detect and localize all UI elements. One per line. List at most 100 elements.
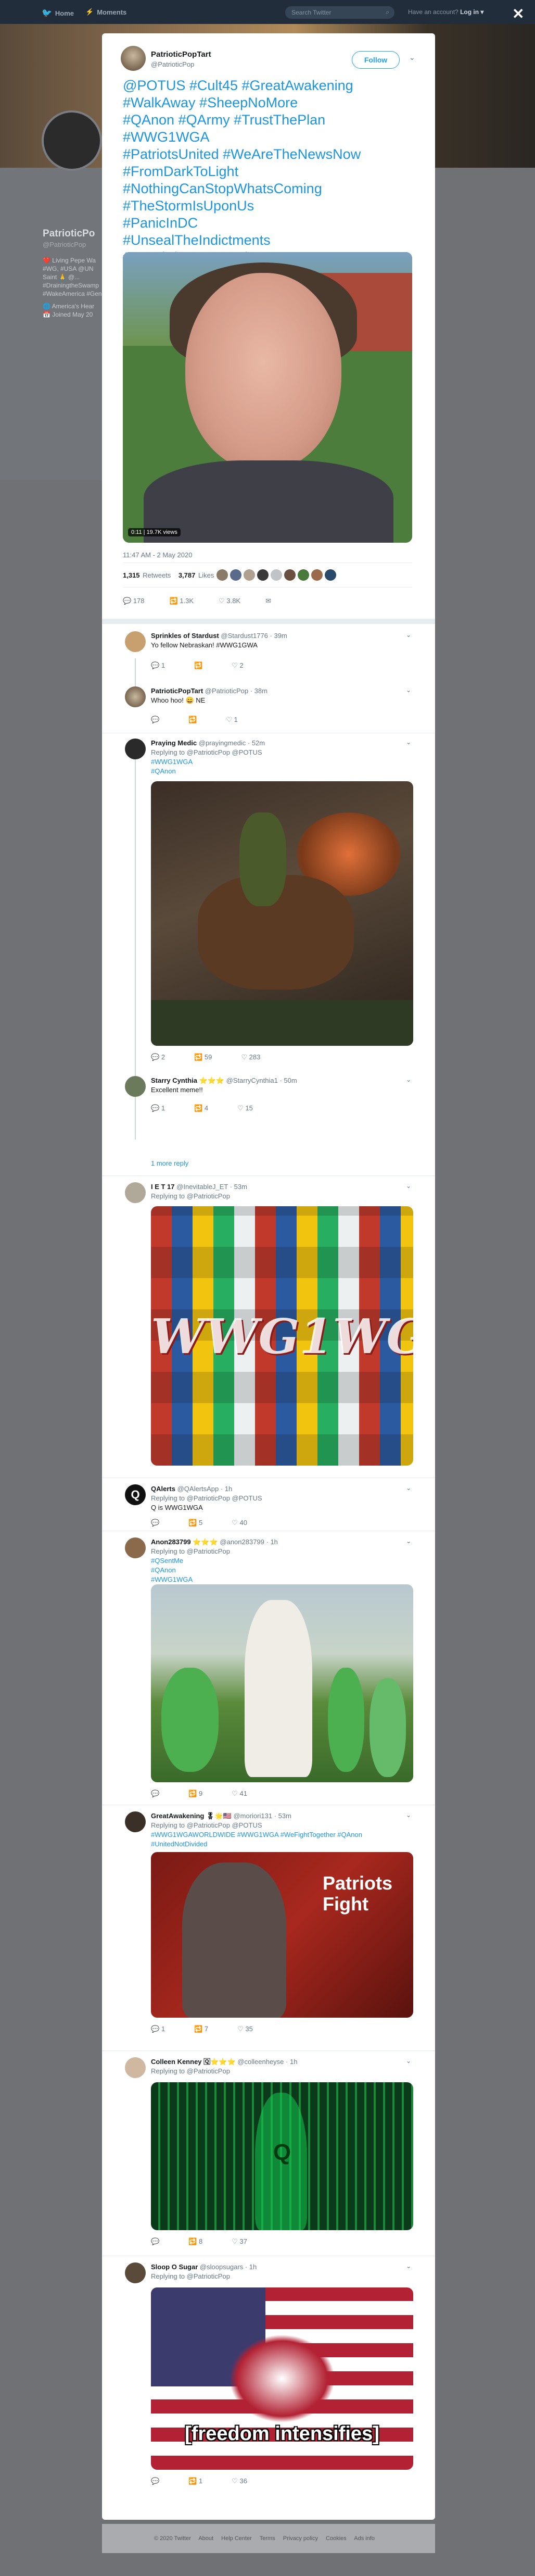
retweet-action[interactable]: 🔁 59 <box>194 1053 212 1061</box>
tweet-text-line[interactable]: #TheStormIsUponUs <box>123 197 414 215</box>
reply-author-handle[interactable]: @moriori131 · 53m <box>233 1812 291 1820</box>
reply-author-name[interactable]: I E T 17 <box>151 1183 175 1191</box>
reply-avatar[interactable] <box>125 1076 146 1097</box>
reply-action[interactable]: 💬 1 <box>151 2025 165 2033</box>
hashtag-link[interactable]: #WWG1WGAWORLDWIDE #WWG1WGA #WeFightToget… <box>151 1830 411 1840</box>
footer-link[interactable]: Terms <box>260 2535 275 2542</box>
like-action[interactable]: ♡ 35 <box>237 2025 253 2033</box>
like-action[interactable]: ♡ 1 <box>226 716 238 724</box>
replying-to[interactable]: Replying to @PatrioticPop @POTUS <box>151 748 411 757</box>
footer-link[interactable]: About <box>198 2535 213 2542</box>
tweet-text-line[interactable]: #NothingCanStopWhatsComing <box>123 180 414 197</box>
reply-avatar[interactable] <box>125 686 146 707</box>
like-action[interactable]: ♡ 15 <box>237 1104 253 1112</box>
reply-avatar[interactable] <box>125 1182 146 1203</box>
reply-author-name[interactable]: Praying Medic <box>151 739 197 747</box>
tweet-timestamp[interactable]: 11:47 AM - 2 May 2020 <box>123 551 192 559</box>
chevron-down-icon[interactable]: ⌄ <box>406 686 411 694</box>
reply-image[interactable]: WWG1WGA <box>151 1206 413 1466</box>
chevron-down-icon[interactable]: ⌄ <box>406 1484 411 1492</box>
reply-author-name[interactable]: Sprinkles of Stardust <box>151 632 219 640</box>
liker-avatar[interactable] <box>298 569 309 581</box>
chevron-down-icon[interactable]: ⌄ <box>406 1076 411 1083</box>
liker-avatar[interactable] <box>230 569 241 581</box>
reply-avatar[interactable] <box>125 2057 146 2078</box>
hashtag-link[interactable]: #QAnon <box>151 1566 411 1575</box>
reply-action[interactable]: 💬 178 <box>123 597 145 605</box>
chevron-down-icon[interactable]: ⌄ <box>406 1811 411 1819</box>
reply-author-handle[interactable]: @colleenheyse · 1h <box>237 2058 297 2066</box>
reply-image[interactable]: Q <box>151 2082 413 2230</box>
retweet-action[interactable]: 🔁 7 <box>194 2025 208 2033</box>
tweet-text-line[interactable]: #QAnon #QArmy #TrustThePlan #WWG1WGA <box>123 111 414 146</box>
reply-author-name[interactable]: GreatAwakening 🎖🌟🇺🇸 <box>151 1812 232 1820</box>
reply-action[interactable]: 💬 <box>151 1519 159 1527</box>
replying-to[interactable]: Replying to @PatrioticPop @POTUS <box>151 1821 411 1830</box>
author-name[interactable]: PatrioticPopTart <box>151 50 211 59</box>
replying-to[interactable]: Replying to @PatrioticPop @POTUS <box>151 1494 411 1503</box>
reply-image[interactable]: [freedom intensifies] <box>151 2287 413 2470</box>
like-stat[interactable]: 3,787 Likes <box>179 571 214 579</box>
author-avatar[interactable] <box>121 46 146 71</box>
reply-author-handle[interactable]: @PatrioticPop · 38m <box>205 687 268 695</box>
chevron-down-icon[interactable]: ⌄ <box>406 631 411 639</box>
reply-image[interactable] <box>151 781 413 1046</box>
reply-author-handle[interactable]: @QAlertsApp · 1h <box>177 1485 233 1493</box>
nav-moments[interactable]: ⚡ Moments <box>85 8 126 16</box>
reply-avatar[interactable] <box>125 631 146 652</box>
reply-author-name[interactable]: Anon283799 ⭐⭐⭐ <box>151 1538 218 1546</box>
hashtag-link[interactable]: #QSentMe <box>151 1556 411 1566</box>
reply-action[interactable]: 💬 <box>151 2477 159 2485</box>
chevron-down-icon[interactable]: ⌄ <box>409 53 415 62</box>
liker-avatar[interactable] <box>257 569 269 581</box>
reply-avatar[interactable] <box>125 739 146 759</box>
dm-action[interactable]: ✉ <box>265 597 271 605</box>
retweet-stat[interactable]: 1,315 Retweets <box>123 571 171 579</box>
liker-avatar[interactable] <box>216 569 228 581</box>
tweet-text-line[interactable]: #PatriotsUnited #WeAreTheNewsNow <box>123 146 414 163</box>
reply-image[interactable]: Patriots Fight <box>151 1852 413 2018</box>
liker-avatar[interactable] <box>311 569 323 581</box>
retweet-action[interactable]: 🔁 <box>194 661 202 670</box>
reply-action[interactable]: 💬 <box>151 716 159 724</box>
hashtag-link[interactable]: #UnitedNotDivided <box>151 1840 411 1849</box>
footer-link[interactable]: Cookies <box>326 2535 347 2542</box>
tweet-text-line[interactable]: #FromDarkToLight <box>123 163 414 180</box>
chevron-down-icon[interactable]: ⌄ <box>406 1182 411 1190</box>
reply-action[interactable]: 💬 2 <box>151 1053 165 1061</box>
like-action[interactable]: ♡ 283 <box>241 1053 260 1061</box>
reply-action[interactable]: 💬 1 <box>151 1104 165 1112</box>
reply-avatar[interactable] <box>125 1537 146 1558</box>
reply-author-name[interactable]: Starry Cynthia ⭐⭐⭐ <box>151 1077 224 1084</box>
like-action[interactable]: ♡ 2 <box>232 661 244 670</box>
chevron-down-icon[interactable]: ⌄ <box>406 2057 411 2065</box>
retweet-action[interactable]: 🔁 <box>188 716 197 724</box>
hashtag-link[interactable]: #WWG1WGA <box>151 1575 411 1584</box>
liker-avatar[interactable] <box>271 569 282 581</box>
reply-author-name[interactable]: QAlerts <box>151 1485 175 1493</box>
replying-to[interactable]: Replying to @PatrioticPop <box>151 2272 411 2281</box>
more-replies-link[interactable]: 1 more reply <box>151 1159 188 1167</box>
reply-author-handle[interactable]: @sloopsugars · 1h <box>200 2263 257 2271</box>
reply-avatar[interactable] <box>125 2262 146 2283</box>
author-handle[interactable]: @PatrioticPop <box>151 60 194 68</box>
hashtag-link[interactable]: #WWG1WGA <box>151 757 411 767</box>
reply-action[interactable]: 💬 <box>151 2237 159 2246</box>
hashtag-link[interactable]: #QAnon <box>151 767 411 776</box>
qalerts-avatar[interactable]: Q <box>125 1484 146 1505</box>
replying-to[interactable]: Replying to @PatrioticPop <box>151 2067 411 2076</box>
reply-author-handle[interactable]: @StarryCynthia1 · 50m <box>226 1077 297 1084</box>
tweet-video[interactable]: 0:11 | 19.7K views <box>123 252 412 543</box>
follow-button[interactable]: Follow <box>352 51 400 69</box>
retweet-action[interactable]: 🔁 9 <box>188 1790 202 1798</box>
replying-to[interactable]: Replying to @PatrioticPop <box>151 1192 411 1201</box>
replying-to[interactable]: Replying to @PatrioticPop <box>151 1547 411 1556</box>
retweet-action[interactable]: 🔁 1 <box>188 2477 202 2485</box>
reply-author-name[interactable]: Colleen Kenney 🅀⭐⭐⭐ <box>151 2058 236 2066</box>
search-input[interactable]: Search Twitter ⌕ <box>285 6 394 19</box>
retweet-action[interactable]: 🔁 1.3K <box>170 597 194 605</box>
reply-action[interactable]: 💬 <box>151 1790 159 1798</box>
tweet-text-line[interactable]: #UnsealTheIndictments <box>123 232 414 249</box>
reply-action[interactable]: 💬 1 <box>151 661 165 670</box>
tweet-text-line[interactable]: #PanicInDC <box>123 215 414 232</box>
